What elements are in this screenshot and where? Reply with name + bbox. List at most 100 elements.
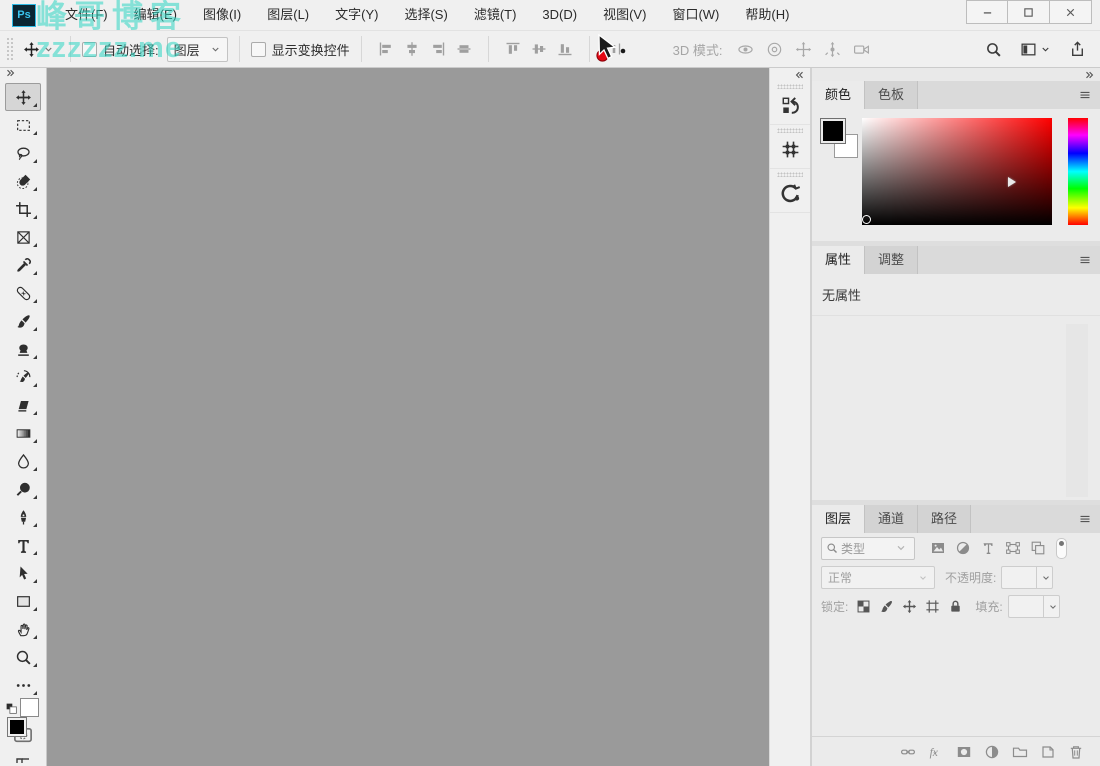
link-layers-icon[interactable] <box>900 744 916 760</box>
menubar-item[interactable]: 文字(Y) <box>322 0 391 30</box>
spot-healing-tool[interactable] <box>5 279 41 307</box>
crop-tool[interactable] <box>5 195 41 223</box>
ellipsis-tool[interactable] <box>5 671 41 699</box>
panel-color-swatches[interactable] <box>820 118 862 178</box>
3d-orbit-icon[interactable] <box>737 41 754 58</box>
menubar-item[interactable]: 视图(V) <box>590 0 659 30</box>
type-layer-filter-icon[interactable] <box>980 540 996 556</box>
pixel-layer-filter-icon[interactable] <box>930 540 946 556</box>
current-tool-button[interactable] <box>23 41 54 58</box>
align-bottom-edges-icon[interactable] <box>557 41 573 57</box>
background-color-swatch[interactable] <box>20 698 39 717</box>
auto-select-checkbox[interactable] <box>82 42 97 57</box>
foreground-color-swatch[interactable] <box>820 118 846 144</box>
hue-slider-handle[interactable] <box>1008 177 1016 187</box>
search-icon[interactable] <box>985 41 1002 58</box>
fill-input[interactable] <box>1008 595 1043 618</box>
gradient-tool[interactable] <box>5 419 41 447</box>
saturation-brightness-field[interactable] <box>862 118 1052 225</box>
add-mask-icon[interactable] <box>956 744 972 760</box>
canvas-area[interactable] <box>47 68 769 766</box>
align-horizontal-centers-icon[interactable] <box>404 41 420 57</box>
options-grip-handle[interactable] <box>6 37 13 61</box>
menubar-item[interactable]: 3D(D) <box>529 0 590 30</box>
color-picker-handle[interactable] <box>862 215 871 224</box>
align-middle-edges-icon[interactable] <box>531 41 547 57</box>
panel-tab[interactable]: 路径 <box>918 505 971 533</box>
menubar-item[interactable]: 窗口(W) <box>659 0 732 30</box>
hue-strip[interactable] <box>1068 118 1088 225</box>
rect-marquee-tool[interactable] <box>5 111 41 139</box>
share-icon[interactable] <box>1069 41 1086 58</box>
layer-filtering-toggle[interactable] <box>1056 538 1067 559</box>
lock-transparency-icon[interactable] <box>856 599 871 614</box>
align-right-edges-icon[interactable] <box>430 41 446 57</box>
brush-tool[interactable] <box>5 307 41 335</box>
menubar-item[interactable]: 文件(F) <box>52 0 121 30</box>
burn-tool[interactable] <box>5 475 41 503</box>
menubar-item[interactable]: 选择(S) <box>391 0 460 30</box>
lock-all-icon[interactable] <box>948 599 963 614</box>
history-panel-button[interactable] <box>770 81 810 125</box>
3d-roll-icon[interactable] <box>766 41 783 58</box>
menubar-item[interactable]: 帮助(H) <box>732 0 802 30</box>
align-left-edges-icon[interactable] <box>378 41 394 57</box>
zoom-tool[interactable] <box>5 643 41 671</box>
new-layer-icon[interactable] <box>1040 744 1056 760</box>
lock-position-icon[interactable] <box>902 599 917 614</box>
panel-tab[interactable]: 通道 <box>865 505 918 533</box>
panel-tab[interactable]: 图层 <box>812 505 865 533</box>
lasso-tool[interactable] <box>5 139 41 167</box>
menubar-item[interactable]: 图像(I) <box>190 0 254 30</box>
foreground-color-swatch[interactable] <box>7 717 27 737</box>
eraser-tool[interactable] <box>5 391 41 419</box>
panel-tab[interactable]: 调整 <box>865 246 918 274</box>
lock-artboard-icon[interactable] <box>925 599 940 614</box>
eyedropper-tool[interactable] <box>5 251 41 279</box>
quick-selection-tool[interactable] <box>5 167 41 195</box>
rectangle-shape-tool[interactable] <box>5 587 41 615</box>
glyphs-panel-button[interactable] <box>770 125 810 169</box>
shape-layer-filter-icon[interactable] <box>1005 540 1021 556</box>
opacity-input[interactable] <box>1001 566 1036 589</box>
3d-camera-icon[interactable] <box>853 41 870 58</box>
scrollbar-track[interactable] <box>1066 324 1088 497</box>
workspace-switcher-icon[interactable] <box>1020 41 1037 58</box>
move-tool[interactable] <box>5 83 41 111</box>
lock-pixels-icon[interactable] <box>879 599 894 614</box>
show-transform-checkbox[interactable] <box>251 42 266 57</box>
align-top-edges-icon[interactable] <box>505 41 521 57</box>
strip-expand-button[interactable] <box>770 68 810 81</box>
auto-select-dropdown[interactable]: 图层 <box>167 37 228 62</box>
align-vertical-centers-icon[interactable] <box>456 41 472 57</box>
default-colors-icon[interactable] <box>5 702 18 715</box>
menubar-item[interactable]: 图层(L) <box>254 0 322 30</box>
frame-tool[interactable] <box>5 223 41 251</box>
close-button[interactable] <box>1050 0 1092 24</box>
panel-tab[interactable]: 颜色 <box>812 81 865 109</box>
layer-filter-type-dropdown[interactable]: 类型 <box>821 537 915 560</box>
menubar-item[interactable]: 编辑(E) <box>121 0 190 30</box>
hand-tool[interactable] <box>5 615 41 643</box>
layer-style-fx-icon[interactable]: fx <box>928 744 944 760</box>
screen-mode-button[interactable] <box>13 751 33 766</box>
menubar-item[interactable]: 滤镜(T) <box>461 0 530 30</box>
toolbox-collapse-button[interactable] <box>0 68 46 78</box>
blend-mode-dropdown[interactable]: 正常 <box>821 566 935 589</box>
history-brush-tool[interactable] <box>5 363 41 391</box>
distribute-horizontal-centers-icon[interactable] <box>606 41 622 57</box>
panel-menu-icon[interactable] <box>1078 513 1092 525</box>
3d-pan-icon[interactable] <box>795 41 812 58</box>
dock-collapse-button[interactable] <box>812 68 1100 81</box>
adjustment-layer-filter-icon[interactable] <box>955 540 971 556</box>
blur-tool[interactable] <box>5 447 41 475</box>
panel-tab[interactable]: 色板 <box>865 81 918 109</box>
panel-tab[interactable]: 属性 <box>812 246 865 274</box>
delete-layer-icon[interactable] <box>1068 744 1084 760</box>
type-tool[interactable] <box>5 531 41 559</box>
panel-menu-icon[interactable] <box>1078 254 1092 266</box>
pen-tool[interactable] <box>5 503 41 531</box>
opacity-dropdown-button[interactable] <box>1036 566 1053 589</box>
new-adjustment-layer-icon[interactable] <box>984 744 1000 760</box>
layers-list-area[interactable] <box>812 621 1100 736</box>
